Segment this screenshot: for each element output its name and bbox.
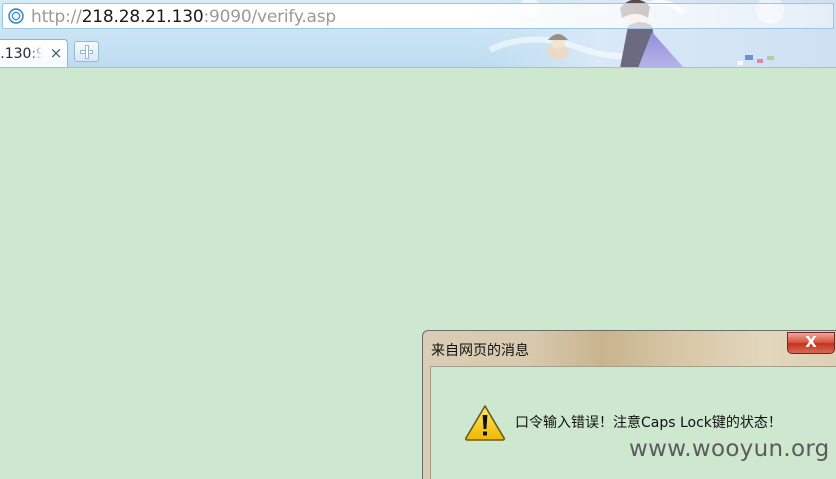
url-host: 218.28.21.130 [81,7,204,27]
watermark: www.wooyun.org [629,436,830,462]
tab-verify[interactable]: 218.28.21.130:9 × [0,39,68,68]
address-bar[interactable]: http://218.28.21.130:9090/verify.asp [2,3,834,29]
url-scheme: http:// [31,7,82,27]
dialog-close-button[interactable]: X [787,332,835,354]
url-path: :9090/verify.asp [203,7,337,27]
tab-title: 218.28.21.130:9 [0,46,42,62]
new-tab-button[interactable] [74,41,99,62]
dialog-message: 口令输入错误！注意Caps Lock键的状态！ [515,415,782,431]
globe-icon [8,8,24,24]
chrome-divider [0,67,836,68]
dialog-body: 口令输入错误！注意Caps Lock键的状态！ [430,366,836,479]
browser-chrome: http://218.28.21.130:9090/verify.asp 218… [0,0,836,68]
close-icon[interactable]: × [49,46,63,61]
warning-icon [464,405,506,441]
dialog-title: 来自网页的消息 [431,343,529,359]
url-text[interactable]: http://218.28.21.130:9090/verify.asp [31,5,336,29]
plus-icon-vertical [85,45,89,59]
screen: http://218.28.21.130:9090/verify.asp 218… [0,0,836,479]
tab-strip: 218.28.21.130:9 × [0,37,836,68]
